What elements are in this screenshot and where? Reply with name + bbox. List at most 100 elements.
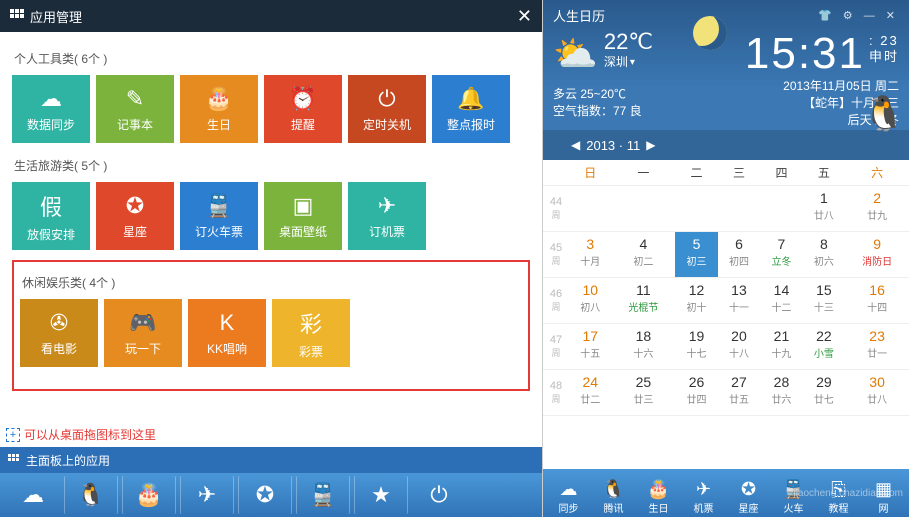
calendar-cell[interactable]: 30廿八: [845, 370, 909, 416]
dock-icon: ✈: [696, 479, 711, 500]
category-title: 个人工具类( 6个 ): [14, 50, 530, 67]
tile-icon: 🎮: [129, 310, 156, 336]
calendar-cell[interactable]: 19十七: [675, 324, 717, 370]
drop-hint: + 可以从桌面拖图标到这里: [0, 422, 542, 447]
left-dock: ☁🐧🎂✈✪🚆★⏻: [0, 473, 542, 517]
app-tile[interactable]: 彩彩票: [272, 299, 350, 367]
calendar-cell[interactable]: 21十九: [760, 324, 802, 370]
calendar-cell[interactable]: 23廿一: [845, 324, 909, 370]
right-dock-item[interactable]: 🎂生日: [637, 479, 680, 515]
window-controls[interactable]: 👕 ⚙ — ✕: [818, 9, 899, 22]
weekday-header: 日: [569, 160, 611, 186]
app-tile[interactable]: 🎮玩一下: [104, 299, 182, 367]
month-label[interactable]: 2013 · 11: [586, 138, 640, 153]
tile-icon: ☁: [40, 86, 62, 112]
calendar-cell-empty: [718, 186, 760, 232]
calendar-cell[interactable]: 13十一: [718, 278, 760, 324]
tile-label: 放假安排: [27, 226, 75, 243]
app-tile[interactable]: ▣桌面壁纸: [264, 182, 342, 250]
dock-item-cloud[interactable]: ☁: [6, 476, 60, 514]
tile-label: 星座: [123, 223, 147, 240]
sky-header: 人生日历 👕 ⚙ — ✕ ⛅ 22℃ 深圳▾ 15:31 : 23 申时 多云 …: [543, 0, 909, 160]
calendar-cell[interactable]: 18十六: [612, 324, 676, 370]
dock-label: 教程: [829, 500, 849, 515]
calendar-cell[interactable]: 10初八: [569, 278, 611, 324]
calendar-cell[interactable]: 15十三: [803, 278, 845, 324]
calendar-cell[interactable]: 24廿二: [569, 370, 611, 416]
right-dock: ☁同步🐧腾讯🎂生日✈机票✪星座🚆火车⎘教程▦网jiaocheng.chazidi…: [543, 469, 909, 517]
drop-hint-text: 可以从桌面拖图标到这里: [24, 426, 156, 443]
app-tile[interactable]: ⏻定时关机: [348, 75, 426, 143]
calendar-cell[interactable]: 25廿三: [612, 370, 676, 416]
tile-icon: ✪: [126, 193, 144, 219]
calendar-cell[interactable]: 8初六: [803, 232, 845, 278]
app-tile[interactable]: 🔔整点报时: [432, 75, 510, 143]
week-number: 47周: [543, 324, 569, 370]
dock-label: 机票: [694, 500, 714, 515]
app-tile[interactable]: ✪ 星座: [96, 182, 174, 250]
calendar-cell[interactable]: 26廿四: [675, 370, 717, 416]
app-tile[interactable]: 🎂生日: [180, 75, 258, 143]
calendar-cell[interactable]: 5初三: [675, 232, 717, 278]
dock-label: 网: [879, 500, 889, 515]
dock-item-power[interactable]: ⏻: [412, 476, 466, 514]
app-tile[interactable]: ✈ 订机票: [348, 182, 426, 250]
tile-icon: K: [220, 310, 235, 336]
dock-item-cake[interactable]: 🎂: [122, 476, 176, 514]
temperature: 22℃: [604, 29, 653, 55]
close-icon[interactable]: ✕: [517, 6, 532, 27]
dock-item-star2[interactable]: ★: [354, 476, 408, 514]
weekday-header: 三: [718, 160, 760, 186]
tile-label: 生日: [207, 116, 231, 133]
dock-icon: ✪: [741, 479, 756, 500]
right-dock-item[interactable]: 🐧腾讯: [592, 479, 635, 515]
dock-label: 腾讯: [604, 500, 624, 515]
calendar-cell[interactable]: 11光棍节: [612, 278, 676, 324]
calendar-cell[interactable]: 27廿五: [718, 370, 760, 416]
calendar-title: 人生日历: [553, 6, 605, 25]
app-manager-pane: 应用管理 ✕ 个人工具类( 6个 )☁数据同步✎记事本🎂生日⏰提醒⏻定时关机🔔整…: [0, 0, 543, 517]
app-tile[interactable]: ☁ 数据同步: [12, 75, 90, 143]
calendar-cell-empty: [760, 186, 802, 232]
calendar-cell[interactable]: 6初四: [718, 232, 760, 278]
calendar-cell[interactable]: 29廿七: [803, 370, 845, 416]
watermark: jiaocheng.chazidian.com: [793, 488, 903, 499]
tile-label: 订机票: [369, 223, 405, 240]
calendar-cell[interactable]: 16十四: [845, 278, 909, 324]
tile-label: 整点报时: [447, 116, 495, 133]
calendar-cell[interactable]: 17十五: [569, 324, 611, 370]
next-month-button[interactable]: ▶: [640, 138, 661, 152]
app-tile[interactable]: 🚆订火车票: [180, 182, 258, 250]
dock-item-penguin[interactable]: 🐧: [64, 476, 118, 514]
right-dock-item[interactable]: ✪星座: [727, 479, 770, 515]
dock-item-star[interactable]: ✪: [238, 476, 292, 514]
calendar-cell[interactable]: 4初二: [612, 232, 676, 278]
tile-icon: ✈: [378, 193, 396, 219]
prev-month-button[interactable]: ◀: [565, 138, 586, 152]
calendar-cell[interactable]: 20十八: [718, 324, 760, 370]
dock-item-plane[interactable]: ✈: [180, 476, 234, 514]
app-tile[interactable]: KKK唱响: [188, 299, 266, 367]
calendar-cell[interactable]: 7立冬: [760, 232, 802, 278]
tile-icon: 假: [40, 190, 62, 222]
moon-icon: [693, 16, 727, 50]
app-tile[interactable]: 假放假安排: [12, 182, 90, 250]
app-tile[interactable]: ⏰提醒: [264, 75, 342, 143]
right-dock-item[interactable]: ☁同步: [547, 479, 590, 515]
city-select[interactable]: 深圳▾: [604, 55, 653, 69]
calendar-cell[interactable]: 9消防日: [845, 232, 909, 278]
category-title: 休闲娱乐类( 4个 ): [22, 274, 522, 291]
calendar-cell[interactable]: 22小雪: [803, 324, 845, 370]
app-tile[interactable]: ✎记事本: [96, 75, 174, 143]
calendar-cell[interactable]: 1廿八: [803, 186, 845, 232]
calendar-cell[interactable]: 14十二: [760, 278, 802, 324]
dock-label: 星座: [739, 500, 759, 515]
app-tile[interactable]: ✇看电影: [20, 299, 98, 367]
calendar-cell[interactable]: 3十月: [569, 232, 611, 278]
tile-label: 数据同步: [27, 116, 75, 133]
right-dock-item[interactable]: ✈机票: [682, 479, 725, 515]
calendar-cell[interactable]: 2廿九: [845, 186, 909, 232]
calendar-cell[interactable]: 12初十: [675, 278, 717, 324]
dock-item-train[interactable]: 🚆: [296, 476, 350, 514]
calendar-cell[interactable]: 28廿六: [760, 370, 802, 416]
